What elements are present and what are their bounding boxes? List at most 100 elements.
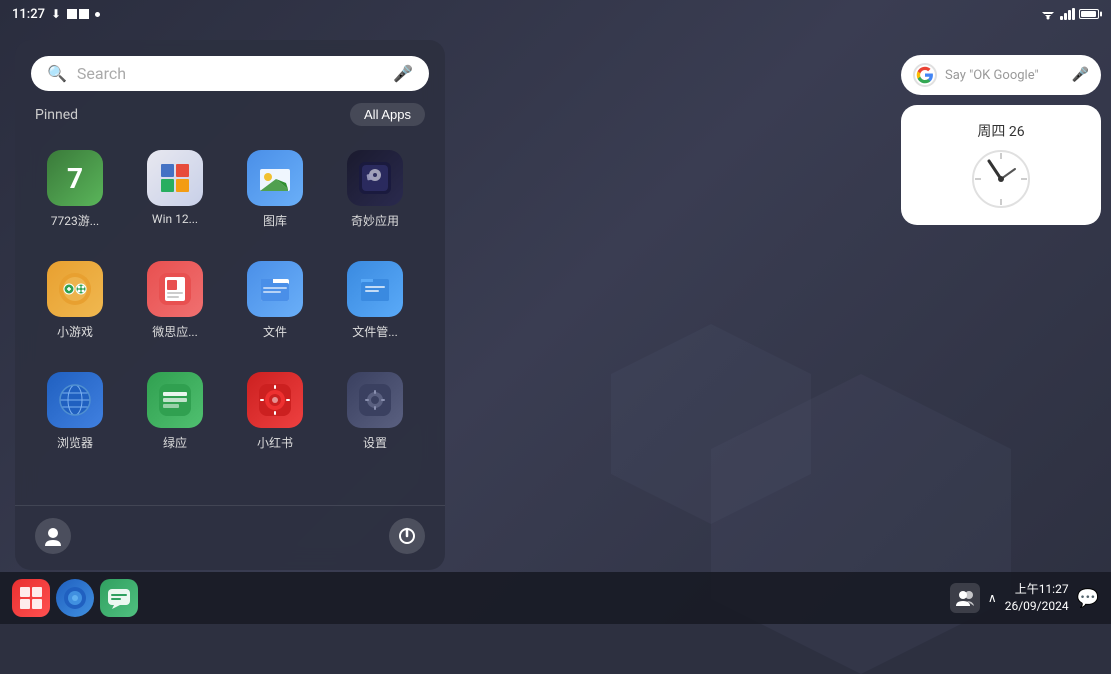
app-settings-label: 设置 <box>363 434 387 451</box>
taskbar-right: ∧ 上午11:27 26/09/2024 💬 <box>950 581 1099 615</box>
chevron-up-icon[interactable]: ∧ <box>988 591 997 605</box>
app-win12-icon <box>147 150 203 206</box>
taskbar-app1-icon <box>18 585 44 611</box>
taskbar-app-1[interactable] <box>12 579 50 617</box>
apps-row-2: 小游戏 微思应... <box>25 245 435 356</box>
google-mic-icon[interactable]: 🎤 <box>1072 67 1089 83</box>
drawer-bottom <box>15 505 445 570</box>
app-games[interactable]: 小游戏 <box>25 253 125 348</box>
app-fileman[interactable]: 文件管... <box>325 253 425 348</box>
taskbar-app-3[interactable] <box>100 579 138 617</box>
app-virus-label: 小红书 <box>257 434 293 451</box>
mic-icon[interactable]: 🎤 <box>393 64 413 83</box>
signal-bar2 <box>1064 13 1067 20</box>
clock-analog <box>971 149 1031 209</box>
system-time: 上午11:27 <box>1005 581 1069 598</box>
clock-widget: 周四 26 <box>901 105 1101 225</box>
search-placeholder[interactable]: Search <box>77 64 393 83</box>
system-clock: 上午11:27 26/09/2024 <box>1005 581 1069 615</box>
user-icon <box>43 526 63 546</box>
battery-fill <box>1081 11 1096 17</box>
taskbar: ∧ 上午11:27 26/09/2024 💬 <box>0 572 1111 624</box>
all-apps-button[interactable]: All Apps <box>350 103 425 126</box>
signal-bar3 <box>1068 10 1071 20</box>
download-icon: ⬇ <box>51 7 61 21</box>
rec-squares <box>67 9 89 19</box>
status-bar: 11:27 ⬇ <box>0 0 1111 28</box>
app-micro-label: 微思应... <box>152 323 198 340</box>
app-magic[interactable]: 奇妙应用 <box>325 142 425 237</box>
app-7723[interactable]: 7 7723游... <box>25 142 125 237</box>
apps-row-1: 7 7723游... Win 12... <box>25 134 435 245</box>
taskbar-left <box>12 579 138 617</box>
app-games-icon <box>47 261 103 317</box>
gallery-svg <box>258 161 292 195</box>
power-button[interactable] <box>389 518 425 554</box>
dot-indicator <box>95 12 100 17</box>
app-gallery[interactable]: 图库 <box>225 142 325 237</box>
globe-svg <box>57 382 93 418</box>
google-g-svg <box>916 66 934 84</box>
user-button[interactable] <box>35 518 71 554</box>
app-virus-icon <box>247 372 303 428</box>
app-gallery-icon <box>247 150 303 206</box>
green-svg <box>157 382 193 418</box>
chat-tray-icon[interactable]: 💬 <box>1077 588 1099 609</box>
app-fileman-label: 文件管... <box>352 323 398 340</box>
app-settings[interactable]: 设置 <box>325 364 425 459</box>
google-widget[interactable]: Say "OK Google" 🎤 <box>901 55 1101 95</box>
search-icon: 🔍 <box>47 64 67 83</box>
app-7723-number: 7 <box>67 162 83 195</box>
status-time: 11:27 <box>12 7 45 22</box>
taskbar-app-2[interactable] <box>56 579 94 617</box>
apps-grid: 7 7723游... Win 12... <box>15 134 445 505</box>
app-green[interactable]: 绿应 <box>125 364 225 459</box>
app-virus[interactable]: 小红书 <box>225 364 325 459</box>
games-svg <box>57 271 93 307</box>
micro-svg <box>157 271 193 307</box>
app-drawer: 🔍 Search 🎤 Pinned All Apps 7 7723游... <box>15 40 445 570</box>
google-logo <box>913 63 937 87</box>
power-icon <box>398 527 416 545</box>
app-7723-icon: 7 <box>47 150 103 206</box>
system-date: 26/09/2024 <box>1005 598 1069 615</box>
pinned-header: Pinned All Apps <box>15 99 445 134</box>
battery-icon <box>1079 9 1099 19</box>
app-micro-icon <box>147 261 203 317</box>
app-games-label: 小游戏 <box>57 323 93 340</box>
app-7723-label: 7723游... <box>51 212 99 229</box>
clock-date: 周四 26 <box>977 121 1024 141</box>
app-files-label: 文件 <box>263 323 287 340</box>
app-magic-icon <box>347 150 403 206</box>
signal-icon <box>1060 8 1075 20</box>
files-svg <box>257 271 293 307</box>
google-search-text[interactable]: Say "OK Google" <box>945 68 1064 83</box>
app-win12[interactable]: Win 12... <box>125 142 225 237</box>
taskbar-app3-icon <box>106 585 132 611</box>
app-globe-icon <box>47 372 103 428</box>
apps-row-3: 浏览器 绿应 <box>25 356 435 467</box>
fileman-svg <box>357 271 393 307</box>
people-icon[interactable] <box>950 583 980 613</box>
app-settings-icon <box>347 372 403 428</box>
virus-svg <box>257 382 293 418</box>
app-green-label: 绿应 <box>163 434 187 451</box>
rec-sq2 <box>79 9 89 19</box>
people-svg <box>955 588 975 608</box>
desktop: 11:27 ⬇ <box>0 0 1111 624</box>
signal-bar4 <box>1072 8 1075 20</box>
app-micro[interactable]: 微思应... <box>125 253 225 348</box>
search-bar[interactable]: 🔍 Search 🎤 <box>31 56 429 91</box>
wifi-icon <box>1040 8 1056 20</box>
app-magic-label: 奇妙应用 <box>351 212 399 229</box>
app-gallery-label: 图库 <box>263 212 287 229</box>
app-files[interactable]: 文件 <box>225 253 325 348</box>
rec-sq1 <box>67 9 77 19</box>
magic-svg <box>357 160 393 196</box>
signal-bar1 <box>1060 16 1063 20</box>
pinned-label: Pinned <box>35 107 78 123</box>
app-globe[interactable]: 浏览器 <box>25 364 125 459</box>
settings-svg <box>357 382 393 418</box>
app-globe-label: 浏览器 <box>57 434 93 451</box>
win12-svg <box>157 160 193 196</box>
